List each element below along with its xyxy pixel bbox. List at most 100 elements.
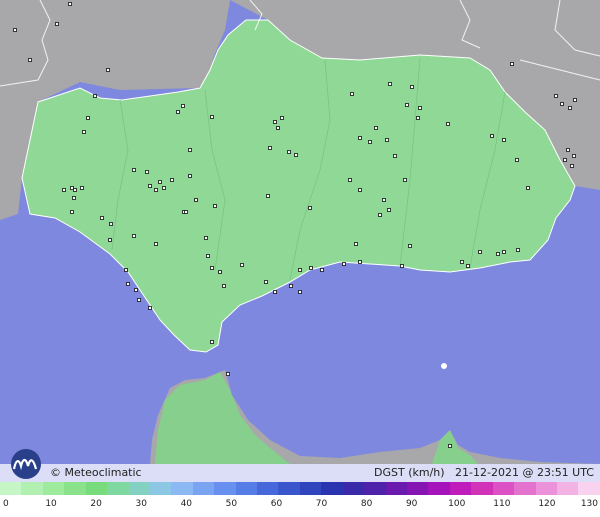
station-marker-icon[interactable] xyxy=(218,270,222,274)
station-marker-icon[interactable] xyxy=(13,28,17,32)
station-marker-icon[interactable] xyxy=(109,222,113,226)
station-marker-icon[interactable] xyxy=(410,85,414,89)
station-marker-icon[interactable] xyxy=(72,196,76,200)
station-marker-icon[interactable] xyxy=(82,130,86,134)
station-marker-icon[interactable] xyxy=(374,126,378,130)
station-marker-icon[interactable] xyxy=(181,104,185,108)
station-marker-icon[interactable] xyxy=(273,120,277,124)
station-marker-icon[interactable] xyxy=(446,122,450,126)
station-marker-icon[interactable] xyxy=(382,198,386,202)
station-marker-icon[interactable] xyxy=(572,154,576,158)
station-marker-icon[interactable] xyxy=(490,134,494,138)
station-marker-icon[interactable] xyxy=(70,210,74,214)
station-marker-icon[interactable] xyxy=(287,150,291,154)
station-marker-icon[interactable] xyxy=(188,174,192,178)
station-marker-icon[interactable] xyxy=(264,280,268,284)
station-marker-icon[interactable] xyxy=(106,68,110,72)
station-marker-icon[interactable] xyxy=(93,94,97,98)
station-marker-icon[interactable] xyxy=(298,290,302,294)
station-marker-icon[interactable] xyxy=(132,234,136,238)
station-marker-icon[interactable] xyxy=(526,186,530,190)
station-marker-icon[interactable] xyxy=(405,103,409,107)
station-marker-icon[interactable] xyxy=(368,140,372,144)
station-marker-icon[interactable] xyxy=(393,154,397,158)
station-marker-icon[interactable] xyxy=(73,188,77,192)
station-marker-icon[interactable] xyxy=(418,106,422,110)
station-marker-icon[interactable] xyxy=(294,153,298,157)
station-marker-icon[interactable] xyxy=(388,82,392,86)
station-marker-icon[interactable] xyxy=(280,116,284,120)
station-marker-icon[interactable] xyxy=(210,115,214,119)
station-marker-icon[interactable] xyxy=(354,242,358,246)
station-marker-icon[interactable] xyxy=(560,102,564,106)
station-marker-icon[interactable] xyxy=(460,260,464,264)
station-marker-icon[interactable] xyxy=(266,194,270,198)
station-marker-icon[interactable] xyxy=(206,254,210,258)
station-marker-icon[interactable] xyxy=(554,94,558,98)
station-marker-icon[interactable] xyxy=(28,58,32,62)
station-marker-icon[interactable] xyxy=(387,208,391,212)
station-marker-icon[interactable] xyxy=(204,236,208,240)
station-marker-icon[interactable] xyxy=(188,148,192,152)
station-marker-icon[interactable] xyxy=(170,178,174,182)
station-marker-icon[interactable] xyxy=(148,184,152,188)
station-marker-icon[interactable] xyxy=(573,98,577,102)
station-marker-icon[interactable] xyxy=(289,284,293,288)
station-marker-icon[interactable] xyxy=(268,146,272,150)
station-marker-icon[interactable] xyxy=(80,186,84,190)
station-marker-icon[interactable] xyxy=(100,216,104,220)
station-marker-icon[interactable] xyxy=(124,268,128,272)
station-marker-icon[interactable] xyxy=(298,268,302,272)
station-marker-icon[interactable] xyxy=(70,186,74,190)
station-marker-icon[interactable] xyxy=(502,138,506,142)
station-marker-icon[interactable] xyxy=(137,298,141,302)
station-marker-icon[interactable] xyxy=(55,22,59,26)
station-marker-icon[interactable] xyxy=(226,372,230,376)
station-marker-icon[interactable] xyxy=(154,188,158,192)
station-marker-icon[interactable] xyxy=(210,266,214,270)
station-marker-icon[interactable] xyxy=(62,188,66,192)
station-marker-icon[interactable] xyxy=(496,252,500,256)
station-marker-icon[interactable] xyxy=(358,188,362,192)
station-marker-icon[interactable] xyxy=(400,264,404,268)
station-marker-icon[interactable] xyxy=(108,238,112,242)
station-marker-icon[interactable] xyxy=(68,2,72,6)
station-marker-icon[interactable] xyxy=(563,158,567,162)
station-marker-icon[interactable] xyxy=(176,110,180,114)
station-marker-icon[interactable] xyxy=(194,198,198,202)
station-marker-icon[interactable] xyxy=(516,248,520,252)
station-marker-icon[interactable] xyxy=(320,268,324,272)
station-marker-icon[interactable] xyxy=(408,244,412,248)
station-marker-icon[interactable] xyxy=(378,213,382,217)
station-marker-icon[interactable] xyxy=(134,288,138,292)
station-marker-icon[interactable] xyxy=(273,290,277,294)
station-marker-icon[interactable] xyxy=(126,282,130,286)
station-marker-icon[interactable] xyxy=(350,92,354,96)
station-marker-icon[interactable] xyxy=(213,204,217,208)
station-marker-icon[interactable] xyxy=(86,116,90,120)
station-marker-icon[interactable] xyxy=(570,164,574,168)
station-marker-icon[interactable] xyxy=(566,148,570,152)
station-marker-icon[interactable] xyxy=(568,106,572,110)
station-marker-icon[interactable] xyxy=(148,306,152,310)
station-marker-icon[interactable] xyxy=(210,340,214,344)
station-marker-icon[interactable] xyxy=(510,62,514,66)
station-marker-icon[interactable] xyxy=(154,242,158,246)
station-marker-icon[interactable] xyxy=(358,260,362,264)
station-marker-icon[interactable] xyxy=(342,262,346,266)
station-marker-icon[interactable] xyxy=(222,284,226,288)
station-marker-icon[interactable] xyxy=(162,186,166,190)
station-marker-icon[interactable] xyxy=(132,168,136,172)
station-marker-icon[interactable] xyxy=(385,138,389,142)
station-marker-icon[interactable] xyxy=(309,266,313,270)
station-marker-icon[interactable] xyxy=(308,206,312,210)
station-marker-icon[interactable] xyxy=(145,170,149,174)
station-marker-icon[interactable] xyxy=(158,180,162,184)
station-marker-icon[interactable] xyxy=(403,178,407,182)
station-marker-icon[interactable] xyxy=(416,116,420,120)
station-marker-icon[interactable] xyxy=(348,178,352,182)
station-marker-icon[interactable] xyxy=(478,250,482,254)
station-marker-icon[interactable] xyxy=(240,263,244,267)
station-marker-icon[interactable] xyxy=(515,158,519,162)
station-marker-icon[interactable] xyxy=(358,136,362,140)
